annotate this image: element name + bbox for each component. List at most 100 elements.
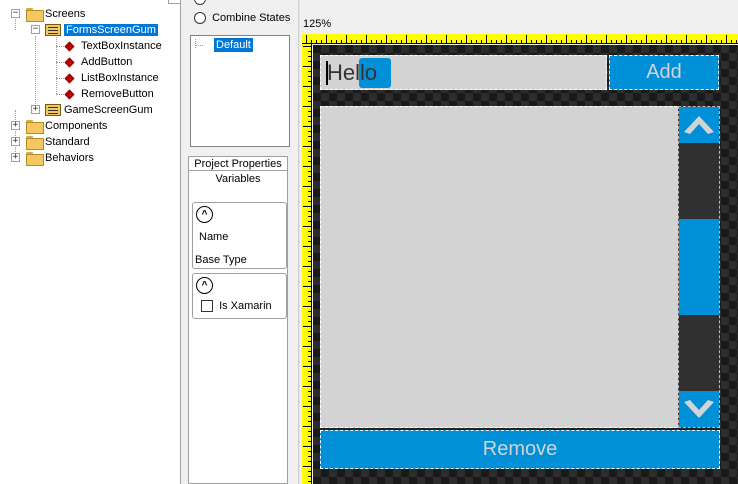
listbox-scrollbar[interactable] xyxy=(678,106,720,428)
ruler-tick xyxy=(541,40,542,43)
ruler-tick xyxy=(461,40,462,43)
ruler-tick xyxy=(441,40,442,43)
tree-item-addbutton[interactable]: AddButton xyxy=(62,54,132,70)
ruler-tick xyxy=(303,426,311,427)
collapse-toggle-icon[interactable]: − xyxy=(31,25,40,34)
combine-states-radio[interactable] xyxy=(194,12,206,25)
ruler-tick xyxy=(308,311,311,312)
top-ruler[interactable] xyxy=(302,34,738,44)
ruler-tick xyxy=(646,35,647,43)
ruler-tick xyxy=(561,40,562,43)
tree-item-label: Behaviors xyxy=(45,152,94,164)
ruler-tick xyxy=(308,301,311,302)
tree-item-screens[interactable]: − Screens xyxy=(11,6,85,22)
expand-toggle-icon[interactable]: + xyxy=(31,105,40,114)
tree-item-label: AddButton xyxy=(81,56,133,68)
ruler-tick xyxy=(303,286,311,287)
ruler-tick xyxy=(731,40,732,43)
expand-toggle-icon[interactable]: + xyxy=(11,137,20,146)
variables-panel: Variables ^ Name Base Type ^ Is Xamarin xyxy=(188,170,288,484)
ruler-tick xyxy=(321,40,322,43)
ruler-tick xyxy=(308,371,311,372)
collapse-up-icon[interactable]: ^ xyxy=(196,206,213,223)
scroll-up-button[interactable] xyxy=(679,107,719,143)
tree-item-listboxinstance[interactable]: ListBoxInstance xyxy=(62,70,159,86)
ruler-tick xyxy=(676,40,677,43)
expand-toggle-icon[interactable]: + xyxy=(11,153,20,162)
ruler-tick xyxy=(308,181,311,182)
screen-icon xyxy=(45,24,61,36)
ruler-tick xyxy=(656,40,657,43)
folder-icon xyxy=(26,8,44,22)
combine-states-option[interactable]: Combine States xyxy=(194,12,290,25)
tree-item-formsscreengum[interactable]: − FormsScreenGum xyxy=(31,22,158,38)
tree-item-behaviors[interactable]: + Behaviors xyxy=(11,150,94,166)
ruler-tick xyxy=(308,131,311,132)
ruler-tick xyxy=(308,151,311,152)
scroll-down-button[interactable] xyxy=(679,391,719,427)
tab-project-properties[interactable]: Project Properties xyxy=(188,156,288,171)
is-xamarin-option[interactable]: Is Xamarin xyxy=(201,300,272,313)
remove-button[interactable]: Remove xyxy=(320,430,720,469)
ruler-tick xyxy=(303,406,311,407)
ruler-tick xyxy=(308,316,311,317)
ruler-tick xyxy=(416,40,417,43)
ruler-tick xyxy=(436,40,437,43)
ruler-tick xyxy=(308,56,311,57)
instance-icon xyxy=(64,57,75,67)
ruler-tick xyxy=(308,281,311,282)
single-state-radio[interactable] xyxy=(194,0,206,5)
tree-item-label: TextBoxInstance xyxy=(81,40,162,52)
ruler-tick xyxy=(308,276,311,277)
collapse-toggle-icon[interactable]: − xyxy=(11,9,20,18)
ruler-tick xyxy=(308,71,311,72)
ruler-tick xyxy=(576,40,577,43)
states-list[interactable]: Default xyxy=(190,35,290,147)
ruler-tick xyxy=(303,366,311,367)
ruler-tick xyxy=(411,40,412,43)
ruler-tick xyxy=(303,246,311,247)
states-properties-panel: Combine States Default Project Propertie… xyxy=(182,0,301,484)
is-xamarin-checkbox[interactable] xyxy=(201,300,213,313)
ruler-tick xyxy=(308,91,311,92)
zoom-level: 125% xyxy=(303,18,332,30)
ruler-tick xyxy=(621,40,622,43)
ruler-tick xyxy=(308,341,311,342)
ruler-tick xyxy=(308,456,311,457)
ruler-tick xyxy=(666,35,667,43)
collapse-up-icon[interactable]: ^ xyxy=(196,277,213,294)
ruler-tick xyxy=(376,40,377,43)
ruler-tick xyxy=(476,40,477,43)
ruler-tick xyxy=(346,35,347,43)
ruler-tick xyxy=(566,35,567,43)
ruler-tick xyxy=(616,40,617,43)
ruler-tick xyxy=(651,40,652,43)
chevron-down-icon xyxy=(684,400,714,418)
ruler-tick xyxy=(421,40,422,43)
ruler-tick xyxy=(308,191,311,192)
scroll-thumb[interactable] xyxy=(679,219,719,315)
add-button[interactable]: Add xyxy=(609,55,719,90)
textbox-instance[interactable]: Hello xyxy=(320,55,607,90)
ruler-tick xyxy=(366,35,367,43)
tree-item-standard[interactable]: + Standard xyxy=(11,134,90,150)
expand-toggle-icon[interactable]: + xyxy=(11,121,20,130)
ruler-tick xyxy=(308,111,311,112)
ruler-tick xyxy=(308,196,311,197)
tree-item-gamescreengum[interactable]: + GameScreenGum xyxy=(31,102,153,118)
state-item-default[interactable]: Default xyxy=(214,38,253,52)
ruler-tick xyxy=(308,441,311,442)
ruler-tick xyxy=(356,40,357,43)
ruler-tick xyxy=(303,206,311,207)
left-ruler[interactable] xyxy=(302,44,312,484)
ruler-tick xyxy=(308,356,311,357)
tree-item-components[interactable]: + Components xyxy=(11,118,107,134)
listbox-instance[interactable] xyxy=(320,106,717,428)
ruler-tick xyxy=(401,40,402,43)
ruler-tick xyxy=(303,66,311,67)
tree-item-textboxinstance[interactable]: TextBoxInstance xyxy=(62,38,162,54)
ruler-tick xyxy=(308,236,311,237)
ruler-tick xyxy=(611,40,612,43)
tree-item-removebutton[interactable]: RemoveButton xyxy=(62,86,154,102)
ruler-tick xyxy=(306,35,307,43)
